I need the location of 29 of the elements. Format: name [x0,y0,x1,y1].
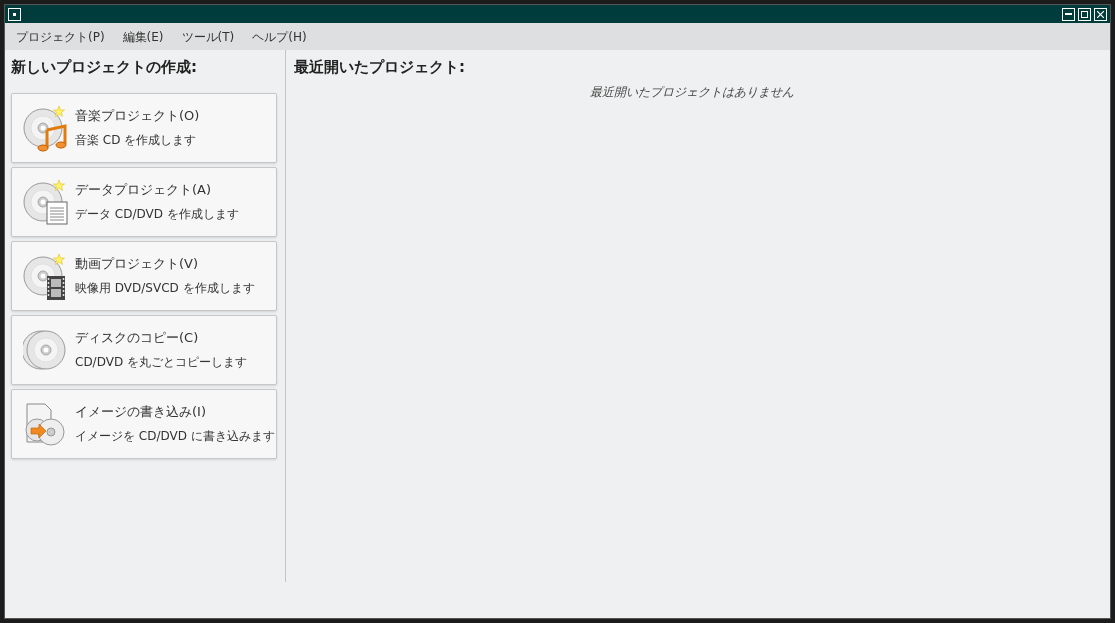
close-icon [1097,10,1104,18]
project-type-title: 音楽プロジェクト(O) [75,107,200,126]
minimize-button[interactable] [1062,7,1075,21]
project-type-description: イメージを CD/DVD に書き込みます [75,427,275,445]
project-type-title: ディスクのコピー(C) [75,329,200,348]
close-button[interactable] [1094,7,1107,21]
project-type-button[interactable]: 動画プロジェクト(V) 映像用 DVD/SVCD を作成します [11,240,277,311]
empty-message: 最近開いたプロジェクトはありません [590,83,794,101]
project-type-button[interactable]: データプロジェクト(A) データ CD/DVD を作成します [11,166,277,237]
window-menu-button[interactable] [8,7,21,21]
project-type-description: 映像用 DVD/SVCD を作成します [75,279,255,297]
menu-item[interactable]: プロジェクト(P) [8,27,113,46]
project-type-button[interactable]: ディスクのコピー(C) CD/DVD を丸ごとコピーします [11,314,277,385]
disc-document-icon [23,177,69,226]
project-type-description: CD/DVD を丸ごとコピーします [75,353,247,371]
project-type-description: 音楽 CD を作成します [75,131,198,149]
project-type-description: データ CD/DVD を作成します [75,205,239,223]
project-type-title: データプロジェクト(A) [75,181,213,200]
project-type-title: イメージの書き込み(I) [75,403,207,422]
section-heading: 最近開いたプロジェクト: [294,57,466,78]
menu-item[interactable]: ツール(T) [173,27,243,46]
menu-item[interactable]: ヘルプ(H) [244,27,315,46]
menu-item[interactable]: 編集(E) [114,27,172,46]
disc-music-note-icon [23,103,69,152]
project-type-title: 動画プロジェクト(V) [75,255,200,274]
project-type-button[interactable]: 音楽プロジェクト(O) 音楽 CD を作成します [11,92,277,163]
project-type-button[interactable]: イメージの書き込み(I) イメージを CD/DVD に書き込みます [11,388,277,459]
maximize-button[interactable] [1078,7,1091,21]
section-heading: 新しいプロジェクトの作成: [11,57,198,78]
